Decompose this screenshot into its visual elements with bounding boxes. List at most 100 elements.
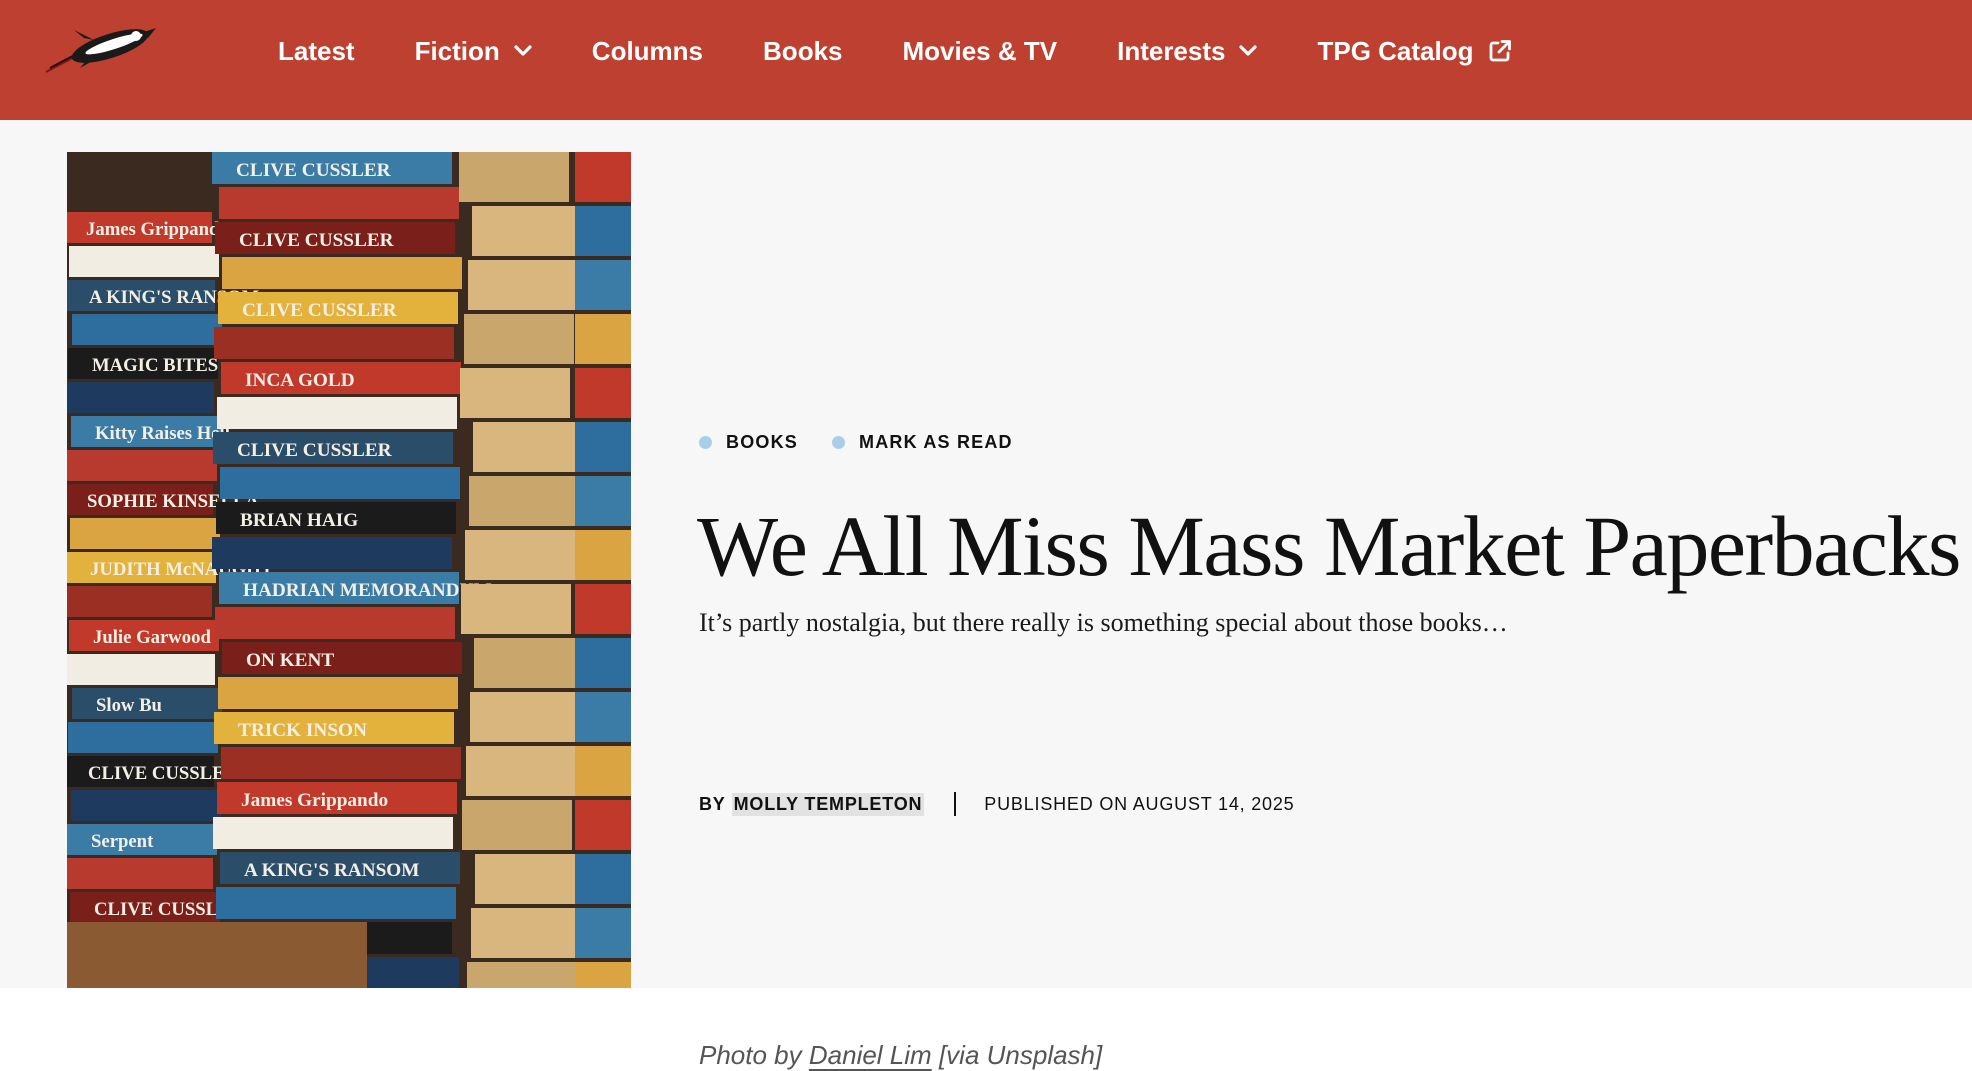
nav-item-movies-tv[interactable]: Movies & TV xyxy=(903,36,1058,67)
photo-caption: Photo by Daniel Lim [via Unsplash] xyxy=(699,1040,1102,1071)
paperback-stack-illustration: James Grippando A KING'S RANSOM MAGIC BITE… xyxy=(67,152,631,988)
book-spine xyxy=(212,537,452,569)
book-spine xyxy=(70,518,220,549)
book-spine-text: CLIVE CUSSLER xyxy=(237,440,393,461)
book-spine xyxy=(219,187,459,219)
tag-dot-icon xyxy=(699,436,712,449)
tag-label: BOOKS xyxy=(726,432,799,452)
book-spine xyxy=(575,368,631,418)
book-spine-text: A KING'S RANSOM xyxy=(244,860,419,881)
book-spine-text: CLIVE CUSSLER xyxy=(88,763,239,784)
byline-divider xyxy=(954,792,957,816)
book-spine xyxy=(575,908,631,958)
book-page-edge xyxy=(473,422,583,472)
book-spine xyxy=(216,887,456,919)
book-spine-text: TRICK INSON xyxy=(238,720,367,741)
book-spine xyxy=(575,260,631,310)
external-link-icon xyxy=(1489,40,1511,62)
mark-as-read-label: MARK AS READ xyxy=(859,432,1013,452)
nav-item-books[interactable]: Books xyxy=(763,36,842,67)
byline-prefix: BY xyxy=(699,793,726,814)
book-spine xyxy=(575,638,631,688)
book-page-edge xyxy=(471,908,581,958)
book-page-edge xyxy=(475,854,585,904)
book-page-edge xyxy=(465,530,575,580)
chevron-down-icon xyxy=(514,45,532,56)
nav-item-columns[interactable]: Columns xyxy=(592,36,703,67)
book-page-edge xyxy=(462,800,572,850)
book-spine xyxy=(220,467,460,499)
book-spine-text: CLIVE CUSSLER xyxy=(239,230,395,251)
book-spine xyxy=(575,962,631,988)
book-spine-text: James Grippando xyxy=(241,790,388,811)
nav-label: TPG Catalog xyxy=(1317,35,1474,66)
main-nav: Latest Fiction Columns Books Movies & TV… xyxy=(278,0,1572,102)
book-spine xyxy=(67,654,215,685)
site-header: Latest Fiction Columns Books Movies & TV… xyxy=(0,0,1972,120)
book-spine xyxy=(575,314,631,364)
book-spine xyxy=(575,476,631,526)
book-spine xyxy=(218,677,458,709)
book-spine-text: BRIAN HAIG xyxy=(240,510,358,531)
book-spine-text: INCA GOLD xyxy=(245,370,355,391)
publish-date: PUBLISHED ON AUGUST 14, 2025 xyxy=(984,793,1295,814)
book-spine xyxy=(213,817,453,849)
photo-credit-link[interactable]: Daniel Lim xyxy=(809,1040,932,1070)
nav-item-fiction[interactable]: Fiction xyxy=(415,36,532,67)
article-hero: James Grippando A KING'S RANSOM MAGIC BITE… xyxy=(0,120,1972,1070)
nav-item-latest[interactable]: Latest xyxy=(278,36,355,67)
book-spine xyxy=(67,450,217,481)
book-spine xyxy=(217,397,457,429)
book-spine xyxy=(575,854,631,904)
hero-photo-paperback-stacks: James Grippando A KING'S RANSOM MAGIC BITE… xyxy=(67,152,631,988)
rocket-logo-icon[interactable] xyxy=(40,24,158,76)
book-spine xyxy=(71,790,221,821)
book-spine xyxy=(67,382,214,413)
book-spine xyxy=(575,584,631,634)
book-page-edge xyxy=(460,368,570,418)
book-page-edge xyxy=(468,260,578,310)
book-spine xyxy=(221,747,461,779)
article-tags: BOOKS MARK AS READ xyxy=(699,432,1047,453)
tag-dot-icon xyxy=(832,436,846,449)
book-spine xyxy=(575,152,631,202)
book-spine xyxy=(214,327,454,359)
nav-label: Fiction xyxy=(414,35,500,66)
book-page-edge xyxy=(459,152,569,202)
book-spine-text: MAGIC BITES xyxy=(92,355,218,376)
tag-books[interactable]: BOOKS xyxy=(699,432,798,453)
byline: BY MOLLY TEMPLETON PUBLISHED ON AUGUST 1… xyxy=(699,792,1295,816)
book-spine-text: ON KENT xyxy=(246,650,334,671)
book-spine xyxy=(575,206,631,256)
nav-item-tpg-catalog[interactable]: TPG Catalog xyxy=(1317,36,1511,67)
book-spine xyxy=(575,530,631,580)
nav-item-interests[interactable]: Interests xyxy=(1117,35,1258,67)
article-dek: It’s partly nostalgia, but there really … xyxy=(699,608,1508,637)
article-title: We All Miss Mass Market Paperbacks xyxy=(697,498,1961,594)
nav-label: Interests xyxy=(1117,35,1226,66)
book-spine xyxy=(72,314,222,345)
book-spine xyxy=(575,422,631,472)
book-spine xyxy=(69,246,219,277)
book-page-edge xyxy=(470,692,580,742)
book-spine-text: CLIVE CUSSLER xyxy=(236,160,392,181)
book-page-edge xyxy=(472,206,582,256)
book-spine-text: HADRIAN MEMORANDUM xyxy=(243,580,492,601)
author-link[interactable]: MOLLY TEMPLETON xyxy=(731,792,925,816)
book-page-edge xyxy=(461,584,571,634)
book-page-edge xyxy=(464,314,574,364)
book-spine xyxy=(222,257,462,289)
book-page-edge xyxy=(467,962,577,988)
book-page-edge xyxy=(466,746,576,796)
book-spine-text: Serpent xyxy=(91,831,154,852)
mark-as-read-button[interactable]: MARK AS READ xyxy=(832,432,1013,453)
book-page-edge xyxy=(474,638,584,688)
nav-label: Columns xyxy=(591,35,704,66)
book-spine-text: Julie Garwood xyxy=(93,627,211,648)
book-spine xyxy=(215,607,455,639)
book-spine xyxy=(67,858,213,889)
chevron-down-icon xyxy=(1239,45,1258,56)
caption-prefix: Photo by xyxy=(699,1040,802,1070)
nav-label: Books xyxy=(763,35,843,66)
book-spine-text: James Grippando xyxy=(86,219,229,240)
